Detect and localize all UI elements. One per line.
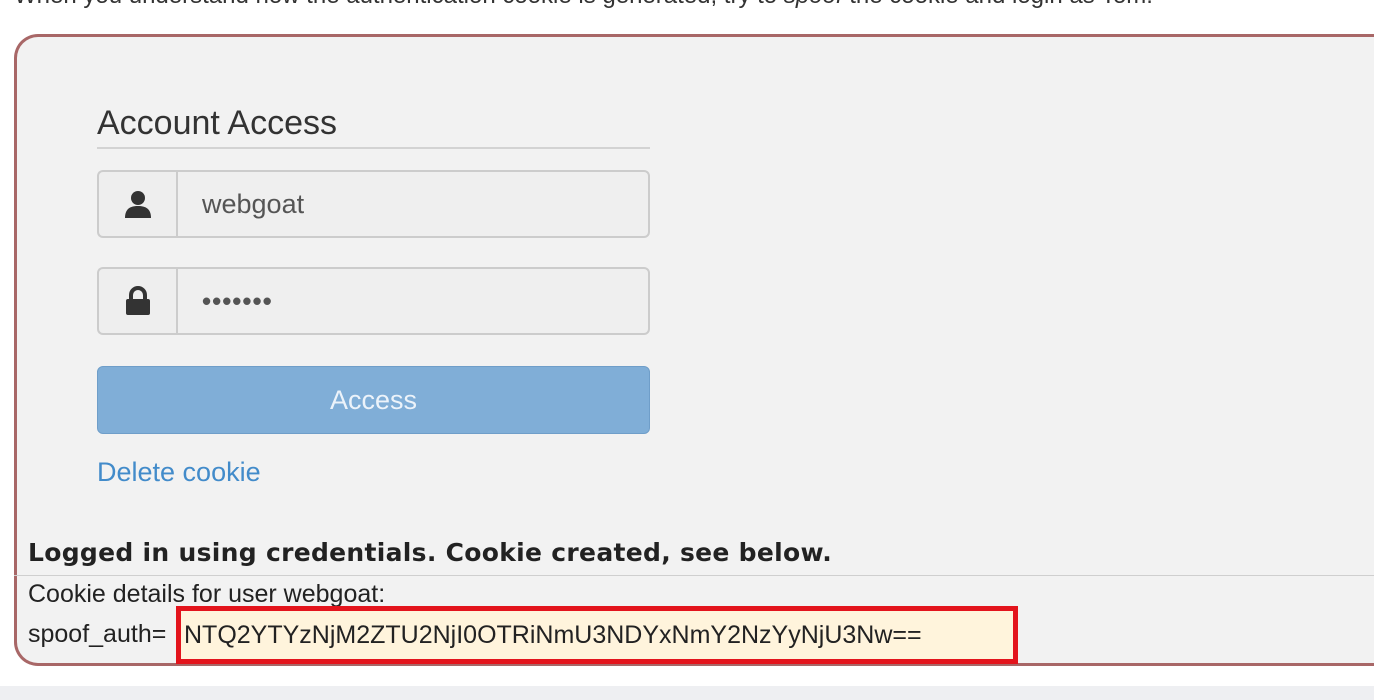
password-input-group: ••••••• bbox=[97, 267, 650, 335]
assignment-instructions: When you understand how the authenticati… bbox=[14, 0, 1153, 10]
instructions-text-end: the cookie and login as Tom. bbox=[843, 0, 1153, 9]
username-field[interactable]: webgoat bbox=[176, 170, 650, 238]
instructions-text-start: When you understand how the authenticati… bbox=[14, 0, 784, 9]
instructions-emphasis: spoof bbox=[784, 0, 843, 9]
delete-cookie-link[interactable]: Delete cookie bbox=[97, 457, 261, 488]
cookie-name-label: spoof_auth= bbox=[28, 620, 167, 648]
user-icon bbox=[97, 170, 176, 238]
password-field[interactable]: ••••••• bbox=[176, 267, 650, 335]
divider bbox=[14, 575, 1374, 576]
feedback-message: Logged in using credentials. Cookie crea… bbox=[28, 538, 833, 567]
form-legend: Account Access bbox=[97, 104, 650, 149]
cookie-value: NTQ2YTYzNjM2ZTU2NjI0OTRiNmU3NDYxNmY2NzYy… bbox=[176, 606, 1018, 664]
page: When you understand how the authenticati… bbox=[0, 0, 1374, 686]
cookie-details-label: Cookie details for user webgoat: bbox=[28, 580, 386, 608]
access-button[interactable]: Access bbox=[97, 366, 650, 434]
username-input-group: webgoat bbox=[97, 170, 650, 238]
lock-icon bbox=[97, 267, 176, 335]
